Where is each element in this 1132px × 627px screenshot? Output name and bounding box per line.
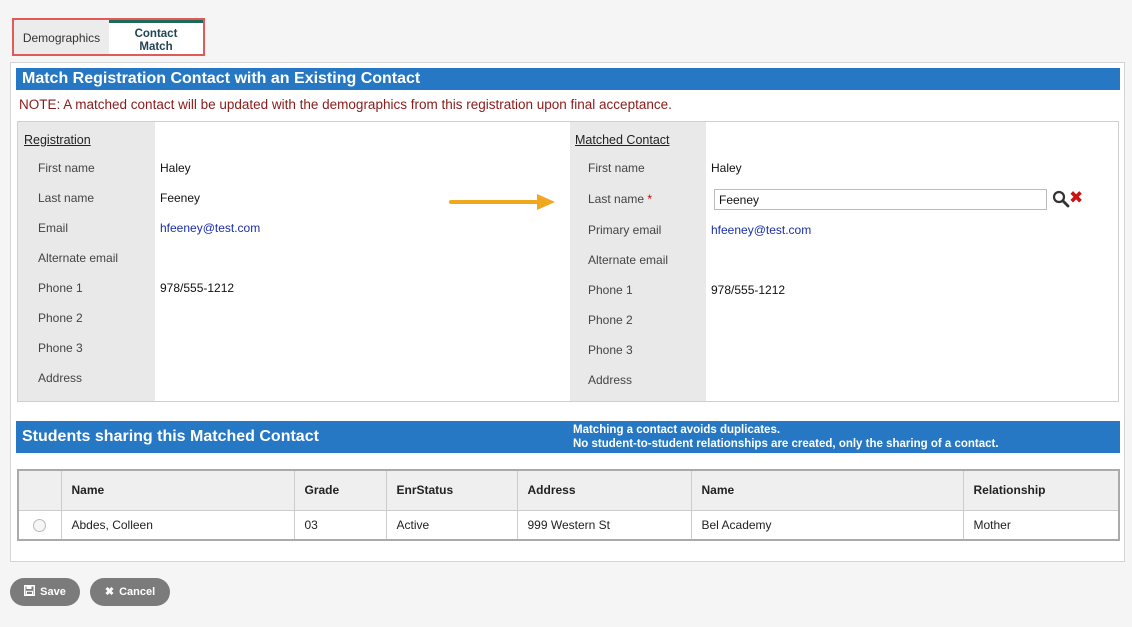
reg-label-alt-email: Alternate email (38, 251, 119, 265)
clear-icon[interactable]: ✖ (1069, 188, 1083, 208)
arrow-right-icon (449, 194, 555, 210)
matched-label-phone2: Phone 2 (588, 313, 633, 327)
required-marker: * (647, 192, 653, 206)
cell-grade: 03 (293, 509, 387, 541)
reg-label-address: Address (38, 371, 83, 385)
matched-label-primary-email: Primary email (588, 223, 662, 237)
students-section-header: Students sharing this Matched Contact Ma… (16, 421, 1120, 453)
cancel-button[interactable]: ✖ Cancel (90, 578, 170, 606)
cell-name: Abdes, Colleen (60, 509, 295, 541)
reg-label-email: Email (38, 221, 69, 235)
tab-strip: Demographics Contact Match (12, 18, 205, 56)
matched-label-last-name-text: Last name (588, 192, 645, 206)
matched-label-address: Address (588, 373, 633, 387)
save-button[interactable]: Save (10, 578, 80, 606)
row-radio-button[interactable] (33, 518, 47, 532)
students-message-line2: No student-to-student relationships are … (573, 438, 999, 450)
cancel-button-label: Cancel (119, 586, 156, 598)
cancel-icon: ✖ (104, 586, 115, 598)
row-select-cell (17, 509, 62, 541)
tab-demographics[interactable]: Demographics (14, 20, 109, 54)
reg-value-last-name: Feeney (160, 191, 201, 205)
column-header-name[interactable]: Name (60, 469, 295, 511)
reg-label-first-name: First name (38, 161, 95, 175)
search-icon[interactable] (1052, 190, 1070, 208)
students-table: Name Grade EnrStatus Address Name Relati… (17, 469, 1120, 541)
page-title: Match Registration Contact with an Exist… (16, 68, 1120, 90)
tab-contact-match[interactable]: Contact Match (109, 20, 203, 54)
students-section-title: Students sharing this Matched Contact (22, 428, 319, 445)
table-row[interactable]: Abdes, Colleen 03 Active 999 Western St … (17, 509, 1120, 541)
matched-value-primary-email[interactable]: hfeeney@test.com (711, 223, 811, 237)
matched-contact-heading: Matched Contact (575, 133, 670, 147)
column-header-school-name[interactable]: Name (690, 469, 964, 511)
cell-enrstatus: Active (385, 509, 518, 541)
select-column-header (17, 469, 62, 511)
table-header-row: Name Grade EnrStatus Address Name Relati… (17, 469, 1120, 511)
note-text: NOTE: A matched contact will be updated … (19, 97, 672, 112)
matched-value-first-name: Haley (711, 161, 742, 175)
matched-value-phone1: 978/555-1212 (711, 283, 786, 297)
cell-address: 999 Western St (516, 509, 692, 541)
save-button-label: Save (40, 586, 66, 598)
reg-label-phone3: Phone 3 (38, 341, 83, 355)
reg-label-last-name: Last name (38, 191, 95, 205)
reg-label-phone1: Phone 1 (38, 281, 83, 295)
reg-label-phone2: Phone 2 (38, 311, 83, 325)
reg-value-phone1: 978/555-1212 (160, 281, 235, 295)
cell-school: Bel Academy (690, 509, 964, 541)
students-section-message: Matching a contact avoids duplicates. No… (573, 423, 999, 451)
matched-label-phone3: Phone 3 (588, 343, 633, 357)
last-name-input[interactable] (714, 189, 1047, 210)
matched-label-phone1: Phone 1 (588, 283, 633, 297)
column-header-grade[interactable]: Grade (293, 469, 387, 511)
cell-relationship: Mother (962, 509, 1120, 541)
registration-heading: Registration (24, 133, 91, 147)
column-header-enrstatus[interactable]: EnrStatus (385, 469, 518, 511)
students-message-line1: Matching a contact avoids duplicates. (573, 424, 781, 436)
tab-contact-match-line1: Contact (134, 28, 178, 40)
contact-comparison-box: Registration First name Haley Last name … (17, 121, 1119, 402)
main-panel: Match Registration Contact with an Exist… (10, 62, 1125, 562)
tab-contact-match-line2: Match (139, 41, 173, 53)
column-header-address[interactable]: Address (516, 469, 692, 511)
column-header-relationship[interactable]: Relationship (962, 469, 1120, 511)
matched-label-first-name: First name (588, 161, 645, 175)
reg-value-first-name: Haley (160, 161, 191, 175)
reg-value-email[interactable]: hfeeney@test.com (160, 221, 260, 235)
matched-label-last-name: Last name * (588, 192, 652, 206)
save-icon (24, 585, 36, 596)
matched-label-alt-email: Alternate email (588, 253, 669, 267)
